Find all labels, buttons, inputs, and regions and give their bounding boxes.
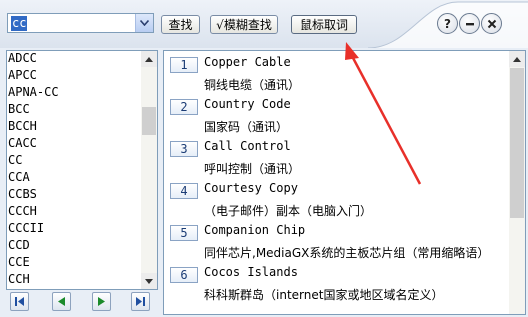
close-icon <box>487 19 496 28</box>
list-item[interactable]: CCA <box>7 170 142 187</box>
mouse-word-capture-button[interactable]: 鼠标取词 <box>291 15 357 34</box>
result-entry: 4 Courtesy Copy （电子邮件）副本（电脑入门） <box>164 181 509 221</box>
previous-button[interactable] <box>52 292 71 311</box>
triangle-down-icon <box>145 278 153 284</box>
minimize-icon <box>465 22 474 25</box>
word-list-scrollbar[interactable] <box>141 51 157 289</box>
result-entry: 5 Companion Chip 同伴芯片,MediaGX系统的主板芯片组（常用缩略… <box>164 223 509 263</box>
triangle-left-icon <box>58 297 65 306</box>
scroll-thumb[interactable] <box>510 68 524 218</box>
list-item[interactable]: CCH <box>7 272 142 289</box>
search-button[interactable]: 查找 <box>161 15 200 34</box>
chevron-down-icon <box>140 20 149 26</box>
entry-number: 4 <box>170 183 198 199</box>
list-item[interactable]: APNA-CC <box>7 85 142 102</box>
entry-number: 3 <box>170 141 198 157</box>
list-item[interactable]: CCBS <box>7 187 142 204</box>
entry-english: Call Control <box>204 139 291 153</box>
scroll-up-arrow[interactable] <box>509 51 525 67</box>
list-item[interactable]: CCE <box>7 255 142 272</box>
list-item[interactable]: CC <box>7 153 142 170</box>
result-entry: 6 Cocos Islands 科科斯群岛（internet国家或地区域名定义） <box>164 265 509 305</box>
entry-chinese: 科科斯群岛（internet国家或地区域名定义） <box>204 288 444 302</box>
minimize-button[interactable] <box>459 13 480 34</box>
list-item[interactable]: CACC <box>7 136 142 153</box>
scroll-down-arrow[interactable] <box>141 273 157 289</box>
list-item[interactable]: CCCII <box>7 221 142 238</box>
fuzzy-search-button[interactable]: √模糊查找 <box>210 15 278 34</box>
entry-chinese: 铜线电缆（通讯） <box>204 78 301 92</box>
toolbar: cc 查找 √模糊查找 鼠标取词 ? <box>0 0 528 48</box>
dropdown-button[interactable] <box>135 14 153 32</box>
entry-chinese: （电子邮件）副本（电脑入门） <box>204 204 373 218</box>
entry-chinese: 同伴芯片,MediaGX系统的主板芯片组（常用缩略语） <box>204 246 490 260</box>
help-button[interactable]: ? <box>437 13 458 34</box>
entry-number: 1 <box>170 57 198 73</box>
list-item[interactable]: ADCC <box>7 51 142 68</box>
entry-english: Companion Chip <box>204 223 306 237</box>
search-input[interactable]: cc <box>11 16 28 31</box>
scroll-up-arrow[interactable] <box>141 51 157 67</box>
word-list-panel: ADCC APCC APNA-CC BCC BCCH CACC CC CCA CCBS CCCH C… <box>6 50 158 290</box>
navigation-bar <box>6 291 158 313</box>
entry-english: Courtesy Copy <box>204 181 298 195</box>
search-combobox[interactable]: cc <box>7 13 154 33</box>
entry-chinese: 呼叫控制（通讯） <box>204 162 301 176</box>
skip-first-icon <box>15 297 24 306</box>
word-list: ADCC APCC APNA-CC BCC BCCH CACC CC CCA CCBS CCCH C… <box>7 51 142 289</box>
list-item[interactable]: APCC <box>7 68 142 85</box>
list-item[interactable]: CCD <box>7 238 142 255</box>
skip-last-icon <box>136 297 145 306</box>
triangle-up-icon <box>513 56 521 62</box>
list-item[interactable]: BCCH <box>7 119 142 136</box>
list-item[interactable]: CCCH <box>7 204 142 221</box>
triangle-right-icon <box>98 297 105 306</box>
result-entry: 3 Call Control 呼叫控制（通讯） <box>164 139 509 179</box>
entry-english: Country Code <box>204 97 291 111</box>
list-item[interactable]: BCC <box>7 102 142 119</box>
entry-number: 5 <box>170 225 198 241</box>
scroll-thumb[interactable] <box>142 107 156 135</box>
close-button[interactable] <box>481 13 502 34</box>
entry-number: 2 <box>170 99 198 115</box>
entry-chinese: 国家码（通讯） <box>204 120 289 134</box>
entry-english: Cocos Islands <box>204 265 298 279</box>
entry-number: 6 <box>170 267 198 283</box>
result-entry: 1 Copper Cable 铜线电缆（通讯） <box>164 55 509 95</box>
dictionary-window: cc 查找 √模糊查找 鼠标取词 ? ADCC APCC APNA-CC BCC BCC… <box>0 0 528 317</box>
next-button[interactable] <box>92 292 111 311</box>
entry-english: Copper Cable <box>204 55 291 69</box>
result-panel: 1 Copper Cable 铜线电缆（通讯） 2 Country Code 国家码（通讯… <box>163 50 526 315</box>
last-button[interactable] <box>131 292 150 311</box>
triangle-up-icon <box>145 56 153 62</box>
result-entry: 2 Country Code 国家码（通讯） <box>164 97 509 137</box>
help-icon: ? <box>444 16 451 31</box>
first-button[interactable] <box>10 292 29 311</box>
result-scrollbar[interactable] <box>509 51 525 314</box>
